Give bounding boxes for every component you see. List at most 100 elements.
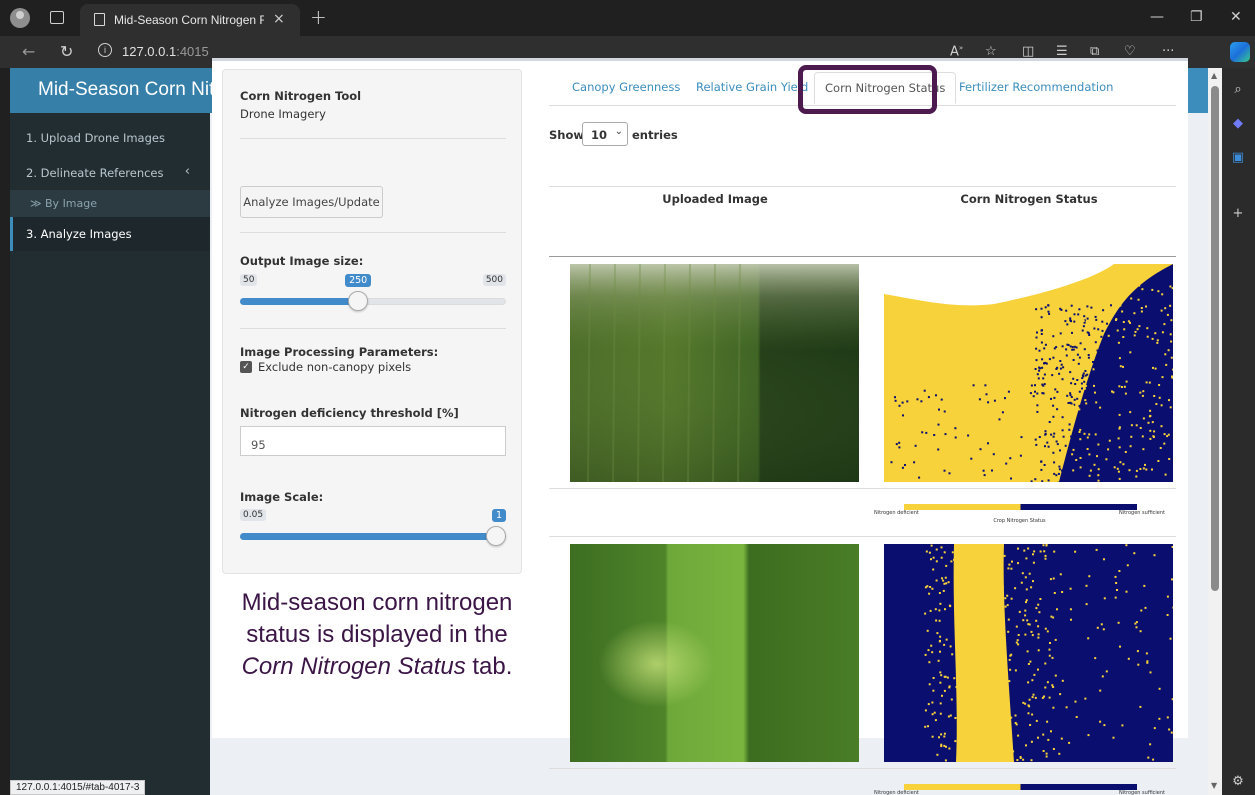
column-header-uploaded-image[interactable]: Uploaded Image [560, 192, 870, 206]
profile-icon[interactable] [10, 8, 30, 28]
restore-icon[interactable]: ❐ [1190, 9, 1203, 25]
entries-value: 10 [591, 128, 608, 142]
tool-title: Corn Nitrogen Tool [240, 89, 362, 103]
row-divider [549, 536, 1176, 537]
colorbar-left-label: Nitrogen deficient [874, 510, 919, 516]
exclude-noncanopy-label: Exclude non-canopy pixels [258, 360, 412, 374]
slider-fill [240, 533, 506, 540]
table-header-bottom [549, 256, 1176, 257]
favorites-icon[interactable]: ☰ [1056, 44, 1068, 59]
slider-value: 1 [492, 509, 507, 522]
tab-actions-icon[interactable] [50, 11, 64, 24]
slider-min: 50 [240, 274, 258, 286]
sidebar-item-analyze[interactable]: 3. Analyze Images [10, 217, 210, 251]
parameters-panel: Corn Nitrogen Tool Drone Imagery Analyze… [222, 69, 522, 574]
browser-tab[interactable]: Mid-Season Corn Nitrogen Fertil × [80, 4, 300, 36]
analyze-images-button[interactable]: Analyze Images/Update [240, 186, 383, 218]
back-icon[interactable]: ← [22, 42, 35, 61]
colorbar-right-label: Nitrogen sufficient [1118, 790, 1165, 795]
slider-min: 0.05 [240, 509, 267, 521]
tab-highlight-box [798, 65, 937, 114]
page-scrollbar[interactable]: ▲ ▼ [1208, 68, 1222, 795]
table-header-top [549, 186, 1176, 187]
image-scale-slider[interactable]: 0.05 1 [240, 509, 507, 549]
sidebar-item-upload[interactable]: 1. Upload Drone Images [10, 121, 210, 155]
split-screen-icon[interactable]: ◫ [1022, 44, 1034, 59]
tool-subtitle: Drone Imagery [240, 107, 326, 121]
slider-handle[interactable] [348, 291, 369, 311]
collections-icon[interactable]: ⧉ [1090, 44, 1099, 59]
sidebar-subitem-by-image[interactable]: ≫ By Image [10, 190, 210, 217]
copilot-side-icon[interactable]: ◆ [1230, 116, 1246, 132]
sidebar-item-label: ≫ By Image [30, 197, 98, 210]
minimize-icon[interactable]: — [1150, 9, 1164, 25]
sidebar-item-label: 2. Delineate References [26, 166, 164, 180]
browser-essentials-icon[interactable]: ♡ [1124, 44, 1136, 59]
colorbar-gradient [904, 784, 1137, 790]
tab-close-icon[interactable]: × [273, 11, 285, 27]
browser-title-bar: Mid-Season Corn Nitrogen Fertil × + — ❐ … [0, 0, 1255, 36]
chevron-down-icon: ⌄ [614, 126, 623, 137]
entries-select[interactable]: 10 ⌄ [582, 122, 628, 146]
add-app-icon[interactable]: + [1230, 206, 1246, 222]
show-label: Show [549, 128, 584, 142]
link-status-bar: 127.0.0.1:4015/#tab-4017-3 [10, 780, 146, 795]
sidebar-item-label: 3. Analyze Images [26, 227, 132, 241]
tab-canopy-greenness[interactable]: Canopy Greenness [572, 80, 680, 94]
more-menu-icon[interactable]: ··· [1162, 44, 1174, 59]
output-size-label: Output Image size: [240, 254, 364, 268]
threshold-label: Nitrogen deficiency threshold [%] [240, 406, 459, 420]
chevron-left-icon: ‹ [184, 164, 190, 179]
colorbar-right-label: Nitrogen sufficient [1118, 510, 1165, 516]
image-scale-label: Image Scale: [240, 490, 324, 504]
annotation-text: Mid-season corn nitrogen status is displ… [222, 587, 532, 683]
annotation-line: Corn Nitrogen Status tab. [222, 651, 532, 683]
colorbar-legend: Nitrogen deficient Nitrogen sufficient C… [874, 504, 1165, 534]
threshold-input[interactable] [240, 426, 506, 456]
tab-relative-grain-yield[interactable]: Relative Grain Yield [696, 80, 808, 94]
url-port: :4015 [176, 44, 209, 59]
new-tab-button[interactable]: + [310, 5, 327, 29]
colorbar-legend: Nitrogen deficient Nitrogen sufficient [874, 784, 1165, 795]
settings-gear-icon[interactable]: ⚙ [1230, 774, 1246, 790]
column-header-nitrogen-status[interactable]: Corn Nitrogen Status [874, 192, 1184, 206]
browser-tab-title: Mid-Season Corn Nitrogen Fertil [114, 13, 264, 27]
scroll-down-icon[interactable]: ▼ [1211, 781, 1217, 790]
slider-value: 250 [345, 274, 372, 287]
entries-label: entries [632, 128, 678, 142]
nitrogen-status-map-2 [884, 544, 1173, 762]
annotation-rest: tab. [465, 653, 513, 680]
scrollbar-thumb[interactable] [1211, 86, 1219, 591]
annotation-line: status is displayed in the [246, 621, 508, 648]
site-info-icon[interactable]: i [98, 43, 112, 57]
close-window-icon[interactable]: ✕ [1230, 9, 1242, 25]
slider-handle[interactable] [486, 526, 506, 546]
colorbar-title: Crop Nitrogen Status [993, 518, 1046, 524]
url-host: 127.0.0.1 [122, 44, 177, 59]
browser-side-panel: ⌕ ◆ ▣ + ⚙ [1222, 68, 1255, 795]
slider-max: 500 [482, 274, 506, 286]
sidebar-item-label: 1. Upload Drone Images [26, 131, 165, 145]
exclude-noncanopy-checkbox[interactable]: ✓ [240, 361, 252, 373]
search-icon[interactable]: ⌕ [1230, 82, 1246, 98]
favorite-star-icon[interactable]: ☆ [985, 44, 997, 59]
row-divider [549, 768, 1176, 769]
document-icon [94, 13, 105, 26]
annotation-line: Mid-season corn nitrogen [241, 589, 513, 616]
tab-fertilizer-recommendation[interactable]: Fertilizer Recommendation [959, 80, 1113, 94]
copilot-icon[interactable] [1230, 42, 1250, 62]
colorbar-gradient [904, 504, 1137, 510]
sidebar: 1. Upload Drone Images 2. Delineate Refe… [10, 113, 210, 795]
processing-label: Image Processing Parameters: [240, 345, 439, 359]
annotation-emphasis: Corn Nitrogen Status [241, 653, 466, 680]
sidebar-item-delineate[interactable]: 2. Delineate References ‹ [10, 156, 210, 190]
nitrogen-status-map-1 [884, 264, 1173, 482]
outlook-icon[interactable]: ▣ [1230, 150, 1246, 166]
url-text: 127.0.0.1:4015 [122, 44, 209, 59]
scroll-up-icon[interactable]: ▲ [1211, 71, 1217, 80]
colorbar-left-label: Nitrogen deficient [874, 790, 919, 795]
refresh-icon[interactable]: ↻ [60, 42, 73, 61]
output-size-slider[interactable]: 50 250 500 [240, 274, 506, 314]
uploaded-drone-image-2 [570, 544, 859, 762]
uploaded-drone-image-1 [570, 264, 859, 482]
